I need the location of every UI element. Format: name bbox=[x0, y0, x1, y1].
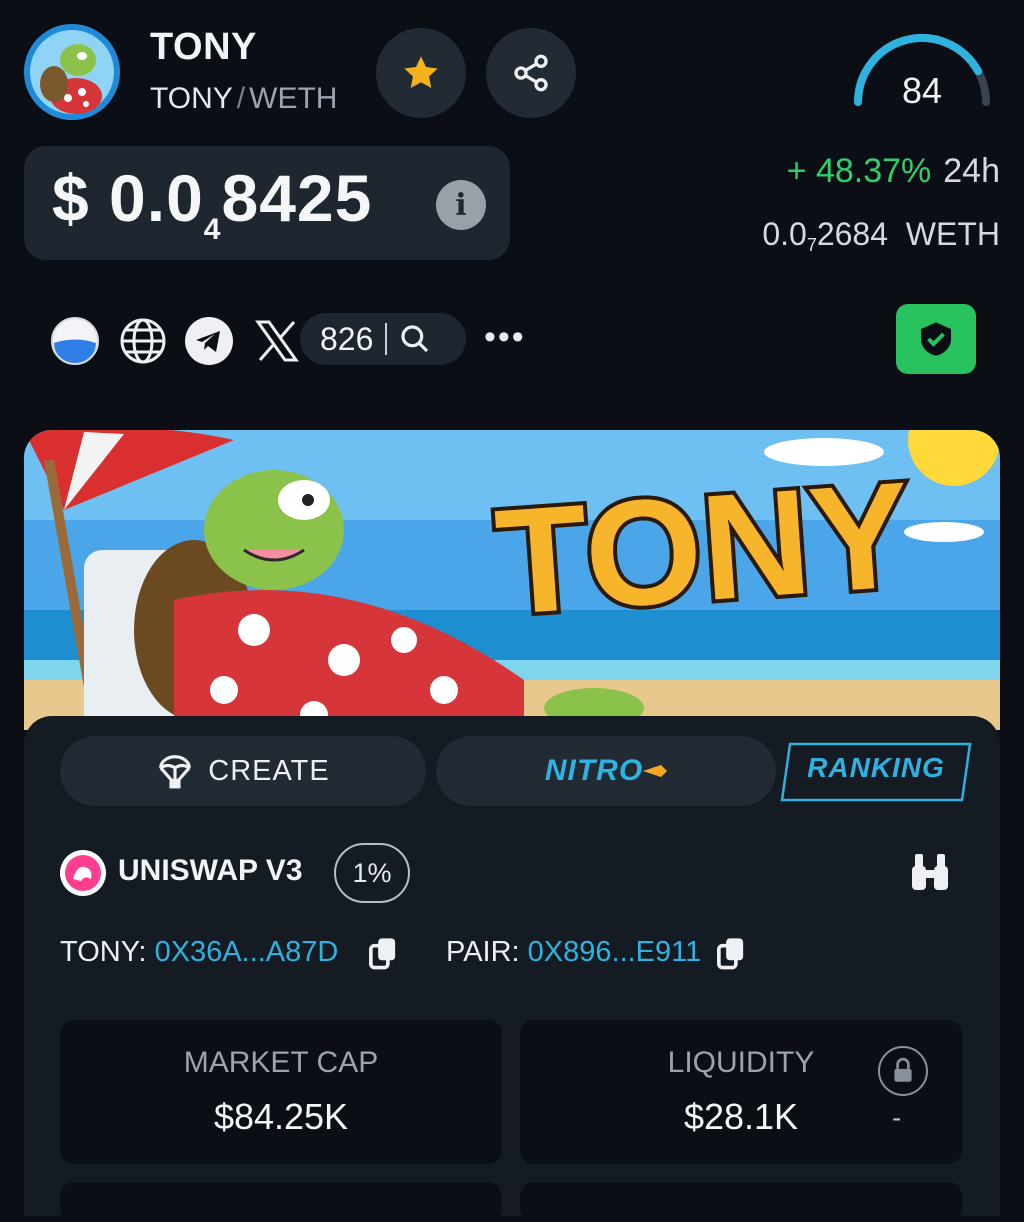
pair-base: TONY bbox=[150, 82, 233, 115]
lock-icon[interactable] bbox=[878, 1046, 928, 1096]
share-icon bbox=[514, 54, 548, 92]
banner-title: TONY bbox=[491, 450, 916, 646]
market-cap-card bbox=[60, 1020, 502, 1164]
uniswap-logo bbox=[60, 850, 106, 896]
change-value: + 48.37% bbox=[786, 152, 932, 190]
pair-label: TONY / WETH bbox=[150, 82, 337, 116]
stat-card bbox=[60, 1182, 502, 1222]
change-period: 24h bbox=[943, 152, 1000, 190]
price-change: + 48.37% 24h bbox=[787, 152, 1000, 191]
weth-zero-count: 7 bbox=[806, 235, 817, 255]
tab-create[interactable]: CREATE bbox=[60, 736, 426, 806]
share-button[interactable] bbox=[486, 28, 576, 118]
pair-separator: / bbox=[236, 82, 246, 115]
pair-address-label: PAIR: bbox=[446, 936, 520, 968]
copy-icon[interactable] bbox=[368, 936, 398, 970]
usd-price: $ 0.048425 bbox=[52, 160, 373, 246]
x-icon[interactable] bbox=[252, 316, 302, 366]
token-banner: TONY bbox=[24, 430, 1000, 730]
x-follower-count: 826 bbox=[320, 320, 374, 357]
price-digits: 8425 bbox=[221, 161, 373, 235]
website-icon[interactable] bbox=[118, 316, 168, 366]
favorite-button[interactable] bbox=[376, 28, 466, 118]
stat-card bbox=[520, 1182, 962, 1222]
telegram-icon[interactable] bbox=[184, 316, 234, 366]
tab-ranking-label: RANKING bbox=[807, 752, 945, 783]
security-shield-button[interactable] bbox=[896, 304, 976, 374]
dex-name: UNISWAP V3 bbox=[118, 854, 303, 887]
weth-unit: WETH bbox=[905, 216, 1000, 252]
tab-nitro[interactable]: NITRO bbox=[436, 736, 776, 806]
airdrop-icon bbox=[159, 755, 192, 789]
divider bbox=[385, 323, 388, 355]
fee-badge: 1% bbox=[334, 843, 410, 903]
market-cap-value: $84.25K bbox=[213, 1096, 349, 1137]
token-address-label: TONY: bbox=[60, 936, 147, 968]
weth-price: 0.072684 WETH bbox=[762, 216, 1000, 255]
flame-icon bbox=[643, 765, 668, 777]
tab-create-label: CREATE bbox=[208, 754, 330, 787]
weth-prefix: 0.0 bbox=[762, 216, 807, 252]
star-icon bbox=[404, 56, 438, 89]
copy-icon[interactable] bbox=[716, 936, 746, 970]
info-icon[interactable]: i bbox=[436, 180, 486, 230]
more-icon[interactable]: ••• bbox=[484, 318, 526, 357]
shield-check-icon bbox=[921, 322, 951, 356]
search-icon bbox=[401, 325, 429, 353]
tab-nitro-label: NITRO bbox=[544, 754, 644, 787]
token-avatar bbox=[24, 24, 120, 120]
token-address-link[interactable]: 0X36A...A87D bbox=[155, 936, 339, 968]
liquidity-lock-status: - bbox=[892, 1102, 902, 1133]
weth-digits: 2684 bbox=[816, 216, 889, 252]
price-prefix: $ 0.0 bbox=[52, 161, 204, 235]
score-value: 84 bbox=[901, 70, 943, 111]
token-address[interactable]: TONY: 0X36A...A87D bbox=[60, 936, 338, 969]
price-zero-count: 4 bbox=[203, 213, 222, 246]
token-title: TONY bbox=[150, 26, 257, 68]
x-followers-search[interactable]: 826 bbox=[300, 313, 466, 365]
pair-address-link[interactable]: 0X896...E911 bbox=[528, 936, 702, 968]
pair-quote: WETH bbox=[249, 82, 338, 115]
dex-globe-icon[interactable] bbox=[50, 316, 100, 366]
binoculars-icon[interactable] bbox=[908, 852, 952, 892]
market-cap-label: MARKET CAP bbox=[183, 1046, 379, 1079]
pair-address[interactable]: PAIR: 0X896...E911 bbox=[446, 936, 701, 969]
